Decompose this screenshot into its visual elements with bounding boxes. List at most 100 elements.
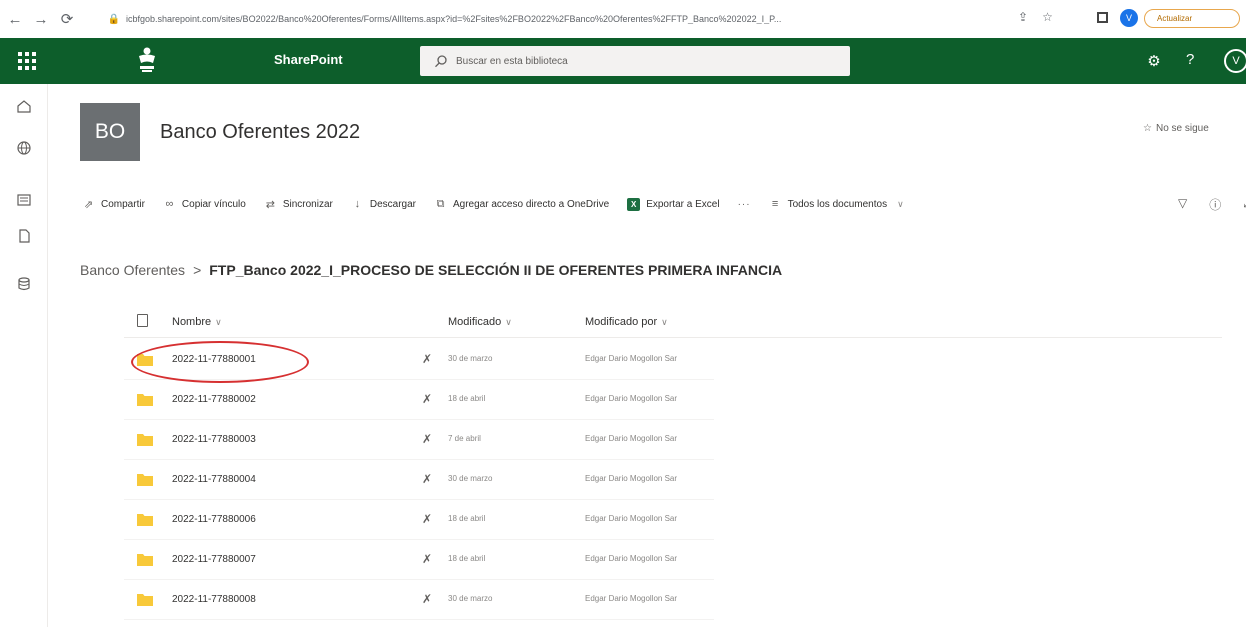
site-title[interactable]: Banco Oferentes 2022	[160, 121, 360, 144]
reload-icon[interactable]: ⟳	[56, 8, 78, 30]
site-logo[interactable]: BO	[80, 103, 140, 161]
home-icon[interactable]	[16, 98, 32, 114]
copy-link-button[interactable]: ∞ Copiar vínculo	[163, 198, 246, 211]
settings-gear-icon[interactable]: ⚙	[1145, 52, 1163, 70]
column-name-label: Nombre	[172, 316, 212, 328]
list-header: Nombre ∨ Modificado ∨ Modificado por ∨	[124, 306, 1222, 338]
filter-icon[interactable]: ▽	[1178, 196, 1187, 213]
search-icon	[435, 55, 447, 68]
share-page-icon[interactable]: ⇪	[1018, 10, 1028, 24]
column-header-modified-by[interactable]: Modificado por ∨	[585, 316, 668, 328]
sharepoint-brand[interactable]: SharePoint	[274, 52, 343, 67]
share-label: Compartir	[101, 198, 145, 210]
chevron-down-icon: ∨	[897, 198, 904, 209]
modified-by[interactable]: Edgar Dario Mogollon Sar	[585, 514, 677, 523]
add-shortcut-button[interactable]: ⧉ Agregar acceso directo a OneDrive	[434, 197, 610, 211]
column-header-modified[interactable]: Modificado ∨	[448, 316, 512, 328]
organization-logo-icon[interactable]	[135, 46, 159, 74]
sync-error-icon[interactable]: ✗	[420, 392, 434, 406]
database-icon[interactable]	[16, 276, 32, 292]
breadcrumb-parent[interactable]: Banco Oferentes	[80, 262, 185, 278]
link-icon: ∞	[165, 198, 174, 210]
globe-icon[interactable]	[16, 140, 32, 156]
breadcrumb-current: FTP_Banco 2022_I_PROCESO DE SELECCIÓN II…	[209, 262, 783, 278]
download-button[interactable]: ↓ Descargar	[351, 198, 416, 211]
table-row[interactable]: 2022-11-77880003 ✗ 7 de abril Edgar Dari…	[124, 420, 714, 460]
sync-button[interactable]: ⇄ Sincronizar	[264, 198, 333, 211]
folder-name-link[interactable]: 2022-11-77880004	[172, 474, 256, 485]
sync-error-icon[interactable]: ✗	[420, 472, 434, 486]
command-bar-right: ▽ ⓘ ⤢	[1178, 196, 1246, 213]
tab-search-icon[interactable]	[1097, 12, 1108, 23]
table-row[interactable]: 2022-11-77880007 ✗ 18 de abril Edgar Dar…	[124, 540, 714, 580]
sync-error-icon[interactable]: ✗	[420, 352, 434, 366]
column-modified-by-label: Modificado por	[585, 316, 658, 328]
folder-icon	[137, 594, 153, 606]
add-shortcut-label: Agregar acceso directo a OneDrive	[453, 198, 610, 210]
star-icon: ☆	[1143, 123, 1152, 134]
modified-date: 18 de abril	[448, 514, 486, 523]
chevron-down-icon: ∨	[215, 317, 222, 327]
modified-by[interactable]: Edgar Dario Mogollon Sar	[585, 434, 677, 443]
modified-by[interactable]: Edgar Dario Mogollon Sar	[585, 474, 677, 483]
library-search-box[interactable]	[420, 46, 850, 76]
export-excel-button[interactable]: X Exportar a Excel	[627, 197, 720, 211]
search-input[interactable]	[456, 55, 836, 67]
table-row[interactable]: 2022-11-77880002 ✗ 18 de abril Edgar Dar…	[124, 380, 714, 420]
folder-name-link[interactable]: 2022-11-77880003	[172, 434, 256, 445]
news-icon[interactable]	[16, 192, 32, 208]
help-icon[interactable]: ?	[1186, 51, 1194, 68]
info-icon[interactable]: ⓘ	[1209, 196, 1221, 213]
table-row[interactable]: 2022-11-77880006 ✗ 18 de abril Edgar Dar…	[124, 500, 714, 540]
modified-date: 7 de abril	[448, 434, 481, 443]
share-button[interactable]: ⇗ Compartir	[82, 198, 145, 211]
sync-error-icon[interactable]: ✗	[420, 432, 434, 446]
modified-by[interactable]: Edgar Dario Mogollon Sar	[585, 594, 677, 603]
table-row[interactable]: 2022-11-77880008 ✗ 30 de marzo Edgar Dar…	[124, 580, 714, 620]
modified-date: 30 de marzo	[448, 474, 493, 483]
shortcut-icon: ⧉	[436, 197, 445, 210]
view-selector[interactable]: ≡ Todos los documentos ∨	[769, 198, 904, 211]
modified-by[interactable]: Edgar Dario Mogollon Sar	[585, 354, 677, 363]
folder-icon	[137, 554, 153, 566]
url-text: icbfgob.sharepoint.com/sites/BO2022/Banc…	[126, 14, 782, 24]
address-bar[interactable]: 🔒 icbfgob.sharepoint.com/sites/BO2022/Ba…	[108, 7, 1108, 31]
back-arrow-icon[interactable]: ←	[4, 8, 26, 30]
breadcrumb: Banco Oferentes > FTP_Banco 2022_I_PROCE…	[80, 262, 782, 278]
left-app-bar	[0, 84, 48, 627]
sync-error-icon[interactable]: ✗	[420, 552, 434, 566]
folder-name-link[interactable]: 2022-11-77880002	[172, 394, 256, 405]
download-icon: ↓	[354, 198, 361, 210]
copy-link-label: Copiar vínculo	[181, 198, 246, 210]
lock-icon: 🔒	[107, 13, 121, 25]
modified-date: 30 de marzo	[448, 354, 493, 363]
sync-label: Sincronizar	[282, 198, 333, 210]
column-header-name[interactable]: Nombre ∨	[172, 316, 222, 328]
view-label: Todos los documentos	[787, 198, 888, 210]
url-tools: ⇪ ☆	[1018, 10, 1053, 24]
folder-name-link[interactable]: 2022-11-77880006	[172, 514, 256, 525]
modified-date: 30 de marzo	[448, 594, 493, 603]
modified-date: 18 de abril	[448, 394, 486, 403]
browser-update-button[interactable]: Actualizar	[1144, 9, 1240, 28]
modified-by[interactable]: Edgar Dario Mogollon Sar	[585, 554, 677, 563]
share-icon: ⇗	[83, 198, 94, 211]
table-row[interactable]: 2022-11-77880004 ✗ 30 de marzo Edgar Dar…	[124, 460, 714, 500]
folder-name-link[interactable]: 2022-11-77880007	[172, 554, 256, 565]
browser-profile-avatar[interactable]: V	[1120, 9, 1138, 27]
sync-error-icon[interactable]: ✗	[420, 592, 434, 606]
more-actions-button[interactable]: ···	[738, 199, 751, 210]
folder-name-link[interactable]: 2022-11-77880008	[172, 594, 256, 605]
column-modified-label: Modificado	[448, 316, 502, 328]
follow-label: No se sigue	[1155, 123, 1209, 134]
document-icon[interactable]	[16, 228, 32, 244]
sync-error-icon[interactable]: ✗	[420, 512, 434, 526]
user-avatar[interactable]: V	[1224, 49, 1246, 73]
app-launcher-icon[interactable]	[18, 52, 36, 70]
file-type-icon[interactable]	[137, 314, 148, 327]
bookmark-star-icon[interactable]: ☆	[1042, 10, 1053, 24]
modified-by[interactable]: Edgar Dario Mogollon Sar	[585, 394, 677, 403]
follow-button[interactable]: ☆ No se sigue	[1143, 123, 1209, 134]
forward-arrow-icon[interactable]: →	[30, 8, 52, 30]
folder-icon	[137, 514, 153, 526]
